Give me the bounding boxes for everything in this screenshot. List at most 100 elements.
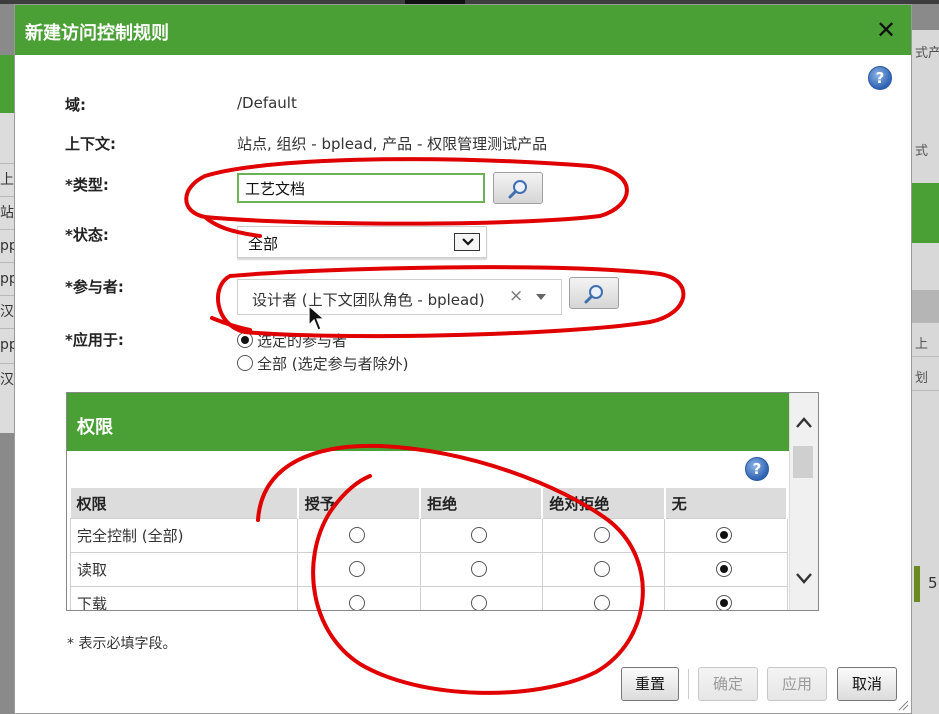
ok-button[interactable]: 确定 [698, 667, 758, 701]
background-right-number: 5 [928, 574, 938, 592]
chevron-up-icon[interactable] [794, 413, 814, 433]
context-value: 站点, 组织 - bplead, 产品 - 权限管理测试产品 [237, 135, 548, 153]
background-right-box [914, 566, 920, 602]
background-right-row [912, 390, 939, 425]
permissions-header: 权限 [67, 393, 790, 451]
participant-search-button[interactable] [569, 277, 619, 309]
permission-cell [419, 518, 543, 553]
scrollbar-thumb[interactable] [793, 446, 813, 478]
background-right-text: 式 [915, 144, 929, 159]
type-input[interactable] [237, 173, 485, 203]
dialog-title: 新建访问控制规则 [25, 23, 169, 44]
permissions-title: 权限 [77, 417, 113, 438]
table-row: 下载 [69, 586, 788, 610]
close-icon[interactable]: ✕ [871, 15, 901, 45]
required-fields-note: * 表示必填字段。 [67, 636, 177, 652]
mouse-cursor-icon [308, 305, 326, 331]
context-label: 上下文: [65, 135, 116, 153]
participant-value: 设计者 (上下文团队角色 - bplead) [252, 291, 485, 309]
column-header: 无 [664, 488, 789, 519]
permission-name: 下载 [69, 586, 299, 610]
radio-button[interactable] [348, 560, 365, 577]
chevron-down-icon[interactable] [454, 233, 480, 251]
new-access-rule-dialog: 新建访问控制规则 ✕ ? 域: /Default 上下文: 站点, 组织 - b… [14, 4, 912, 714]
status-select[interactable]: 全部 [237, 226, 487, 258]
apply-button[interactable]: 应用 [767, 667, 827, 701]
permission-cell [297, 586, 421, 610]
permission-cell [419, 552, 543, 587]
radio-button[interactable] [237, 355, 253, 371]
background-right-text: 上 [915, 337, 929, 352]
column-header: 授予 [297, 488, 422, 519]
permission-cell [297, 552, 421, 587]
radio-button[interactable] [593, 594, 610, 610]
permission-cell [541, 586, 666, 610]
domain-label: 域: [65, 96, 86, 114]
cancel-button[interactable]: 取消 [837, 667, 897, 701]
background-green-bar [0, 55, 14, 113]
permissions-panel: 权限 ? 权限 授予 拒绝 绝对拒绝 无 完全控制 (全部) 读取 下载 [66, 392, 819, 611]
permission-name: 读取 [69, 552, 299, 587]
background-left-row: 站 [0, 196, 14, 230]
radio-button[interactable] [348, 526, 365, 543]
radio-button[interactable] [348, 594, 365, 610]
status-label: *状态: [65, 226, 109, 244]
table-header-row: 权限 授予 拒绝 绝对拒绝 无 [70, 488, 789, 519]
apply-to-option-label: 选定的参与者 [257, 332, 348, 350]
radio-button[interactable] [593, 526, 610, 543]
background-left-row: 汉 [0, 295, 14, 329]
background-left-row: pp [0, 328, 14, 362]
domain-value: /Default [237, 94, 297, 112]
column-header: 权限 [70, 488, 299, 519]
radio-button[interactable] [471, 526, 488, 543]
column-header: 拒绝 [420, 488, 544, 519]
background-right-gray [912, 290, 939, 322]
resize-grip-icon[interactable] [895, 697, 909, 711]
permission-cell [541, 518, 666, 553]
table-row: 读取 [69, 552, 788, 587]
permission-cell [664, 518, 788, 553]
radio-button[interactable] [715, 526, 732, 543]
clear-icon[interactable]: × [509, 286, 523, 306]
apply-to-option-selected[interactable]: 选定的参与者 [237, 330, 347, 351]
reset-button[interactable]: 重置 [621, 667, 679, 701]
status-select-value: 全部 [248, 235, 279, 253]
dropdown-caret-icon[interactable] [536, 294, 546, 300]
permission-cell [419, 586, 543, 610]
background-right-green [912, 183, 939, 243]
radio-button[interactable] [715, 594, 732, 610]
table-row: 完全控制 (全部) [69, 518, 788, 553]
permission-cell [664, 586, 788, 610]
search-icon [508, 180, 527, 199]
button-separator [688, 669, 689, 699]
background-left-row: pp [0, 262, 14, 296]
permissions-table: 权限 授予 拒绝 绝对拒绝 无 完全控制 (全部) 读取 下载 [69, 488, 789, 610]
permission-name: 完全控制 (全部) [69, 518, 299, 553]
apply-to-option-all[interactable]: 全部 (选定参与者除外) [237, 353, 408, 374]
permission-cell [664, 552, 788, 587]
radio-button[interactable] [593, 560, 610, 577]
apply-to-label: *应用于: [65, 331, 124, 349]
chevron-down-icon[interactable] [794, 568, 814, 588]
permission-cell [297, 518, 421, 553]
type-label: *类型: [65, 176, 109, 194]
background-right-text: 划 [915, 371, 929, 386]
background-left-row: 上下 [0, 163, 14, 197]
background-left-row: 汉 [0, 363, 14, 397]
help-icon[interactable]: ? [745, 457, 769, 481]
radio-button[interactable] [471, 560, 488, 577]
background-left-row: pp [0, 229, 14, 263]
permission-cell [541, 552, 666, 587]
dialog-titlebar: 新建访问控制规则 ✕ [15, 5, 911, 55]
radio-button[interactable] [471, 594, 488, 610]
radio-button[interactable] [237, 332, 253, 348]
radio-button[interactable] [715, 560, 732, 577]
help-icon[interactable]: ? [868, 66, 892, 90]
type-search-button[interactable] [493, 172, 543, 204]
background-right-text: 式产 [915, 46, 939, 61]
permissions-scrollbar[interactable] [789, 393, 818, 610]
search-icon [584, 285, 603, 304]
column-header: 绝对拒绝 [542, 488, 666, 519]
participant-select[interactable]: 设计者 (上下文团队角色 - bplead) × [237, 279, 562, 315]
apply-to-option-label: 全部 (选定参与者除外) [257, 355, 409, 373]
